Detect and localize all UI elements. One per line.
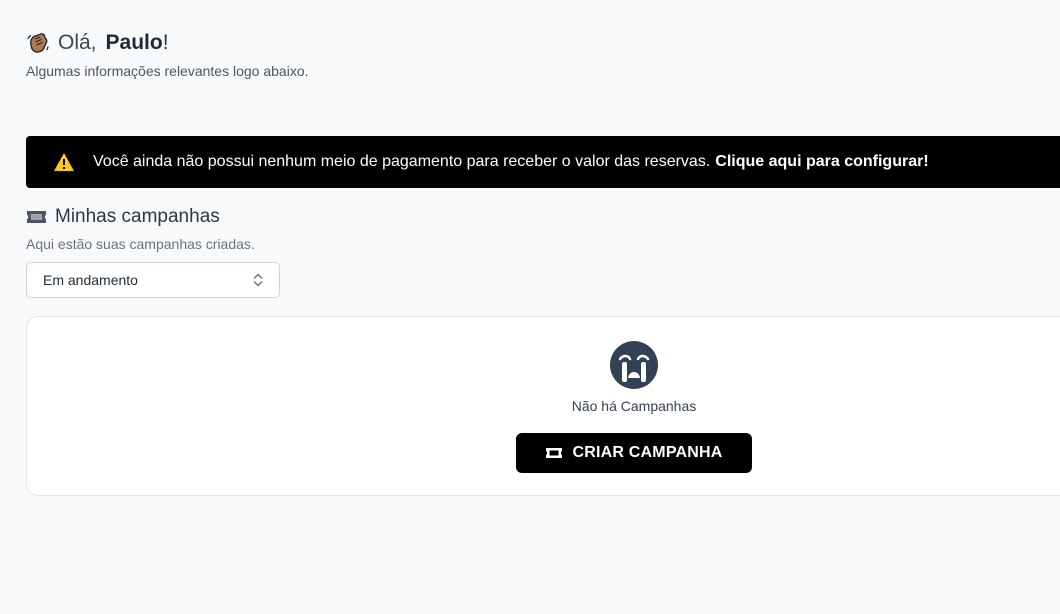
configure-payment-link[interactable]: Clique aqui para configurar! xyxy=(715,153,928,171)
campaign-status-select[interactable]: Em andamento xyxy=(26,262,280,298)
greeting-heading: Olá, Paulo ! xyxy=(26,31,169,55)
ticket-icon xyxy=(27,211,46,223)
create-campaign-label: CRIAR CAMPANHA xyxy=(572,444,723,461)
warning-icon xyxy=(54,153,74,171)
campaigns-subtitle: Aqui estão suas campanhas criadas. xyxy=(26,236,255,252)
greeting-hello: Olá, xyxy=(58,31,97,54)
waving-hand-icon xyxy=(27,33,49,53)
chevron-up-down-icon xyxy=(253,273,263,287)
create-campaign-button[interactable]: CRIAR CAMPANHA xyxy=(516,433,752,473)
ticket-icon xyxy=(546,448,563,458)
campaign-status-value: Em andamento xyxy=(43,272,138,288)
campaigns-heading: Minhas campanhas xyxy=(26,206,220,228)
dashboard-page: Olá, Paulo ! Algumas informações relevan… xyxy=(0,0,1060,614)
alert-message: Você ainda não possui nenhum meio de pag… xyxy=(93,153,711,170)
empty-state-text: Não há Campanhas xyxy=(571,398,697,414)
greeting-punctuation: ! xyxy=(162,31,169,54)
crying-face-icon xyxy=(610,341,658,389)
greeting-subtitle: Algumas informações relevantes logo abai… xyxy=(26,63,309,79)
user-name: Paulo xyxy=(105,31,163,54)
payment-alert: Você ainda não possui nenhum meio de pag… xyxy=(26,136,1060,188)
campaigns-title: Minhas campanhas xyxy=(55,206,220,227)
